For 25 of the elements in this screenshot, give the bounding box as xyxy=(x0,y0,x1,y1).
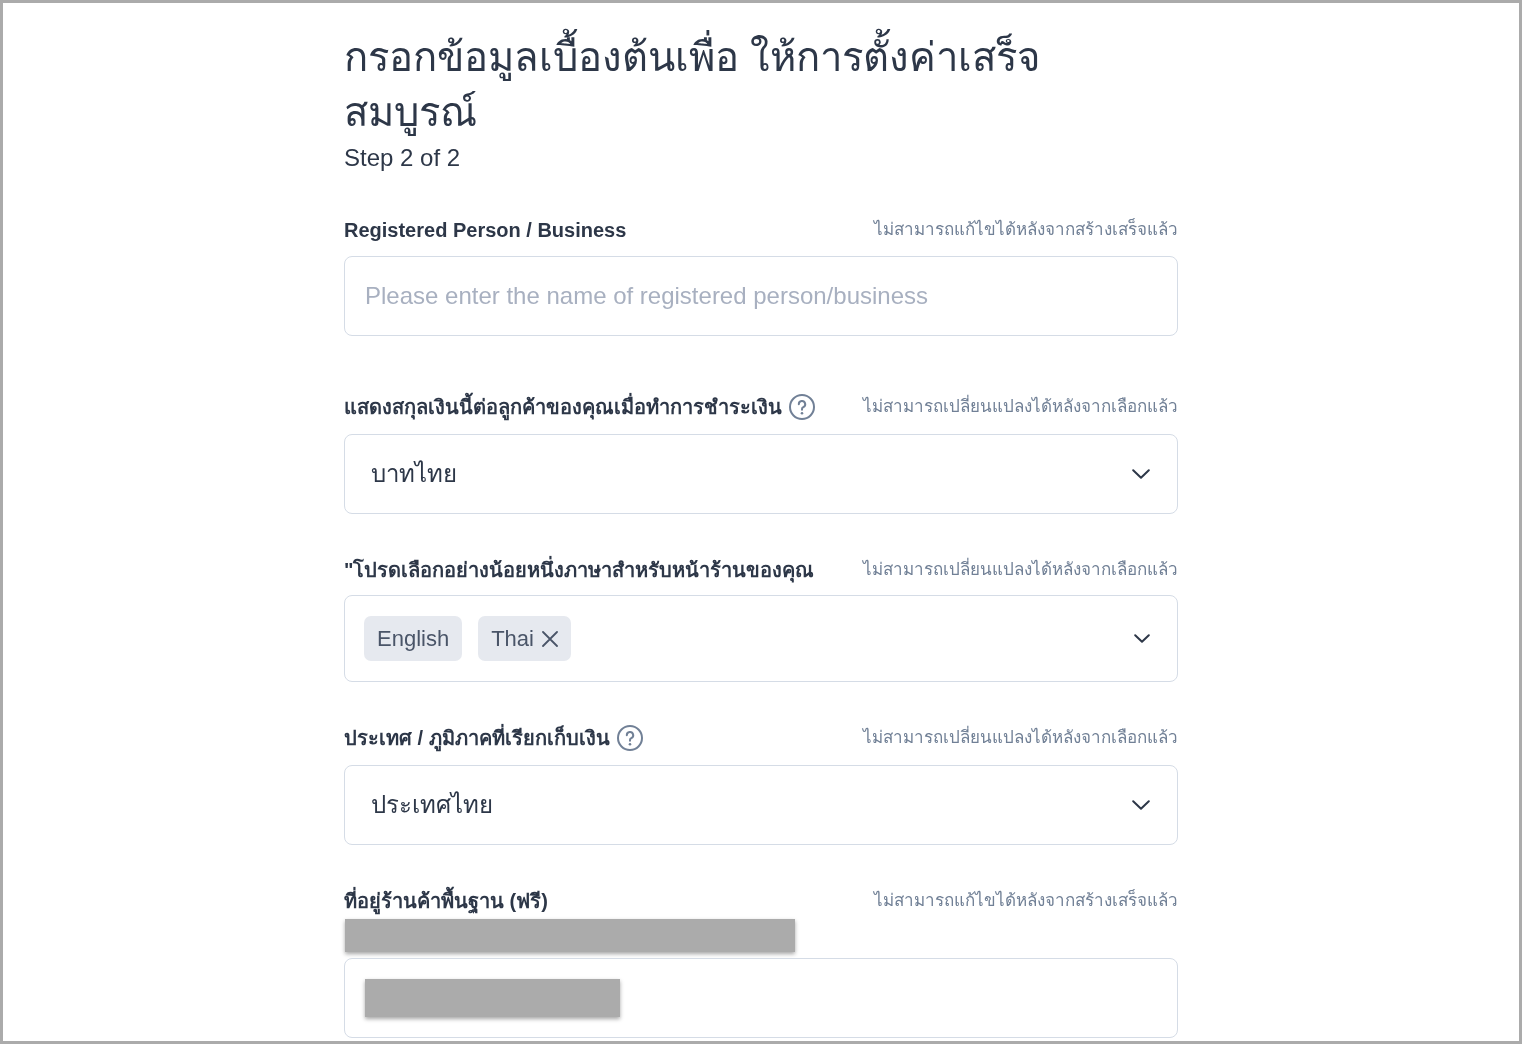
select-dropdown[interactable]: บาทไทย xyxy=(344,434,1178,514)
field-note: ไม่สามารถเปลี่ยนแปลงได้หลังจากเลือกแล้ว xyxy=(863,556,1178,584)
multi-select-field[interactable]: English Thai xyxy=(344,595,1178,682)
field-label: ประเทศ / ภูมิภาคที่เรียกเก็บเงิน xyxy=(344,724,610,752)
field-note: ไม่สามารถเปลี่ยนแปลงได้หลังจากเลือกแล้ว xyxy=(863,724,1178,752)
help-icon[interactable] xyxy=(789,394,815,420)
language-tag[interactable]: Thai xyxy=(478,616,571,661)
chevron-down-icon xyxy=(1132,800,1150,810)
select-dropdown[interactable]: ประเทศไทย xyxy=(344,765,1178,845)
field-label: ที่อยู่ร้านค้าพื้นฐาน (ฟรี) xyxy=(344,887,548,915)
text-input-field[interactable]: Please enter the name of registered person/business xyxy=(344,256,1178,336)
chevron-down-icon xyxy=(1134,634,1150,643)
close-icon[interactable] xyxy=(541,630,558,647)
field-label: Registered Person / Business xyxy=(344,218,627,243)
language-tag[interactable]: English xyxy=(364,616,463,661)
step-indicator: Step 2 of 2 xyxy=(344,143,462,173)
field-label: "โปรดเลือกอย่างน้อยหนึ่งภาษาสำหรับหน้าร้านของคุณ xyxy=(344,556,815,584)
field-note: ไม่สามารถเปลี่ยนแปลงได้หลังจากเลือกแล้ว xyxy=(863,393,1178,421)
page-title: กรอกข้อมูลเบื้องต้นเพื่อ ให้การตั้งค่าเสร็จสมบูรณ์ xyxy=(344,30,1084,140)
text-input-field[interactable] xyxy=(344,958,1178,1038)
field-note: ไม่สามารถแก้ไขได้หลังจากสร้างเสร็จแล้ว xyxy=(874,217,1178,241)
chevron-down-icon xyxy=(1132,469,1150,479)
help-icon[interactable] xyxy=(616,725,643,751)
field-label: แสดงสกุลเงินนี้ต่อลูกค้าของคุณเมื่อทำการชำระเงิน xyxy=(344,393,782,421)
field-note: ไม่สามารถแก้ไขได้หลังจากสร้างเสร็จแล้ว xyxy=(874,888,1178,912)
